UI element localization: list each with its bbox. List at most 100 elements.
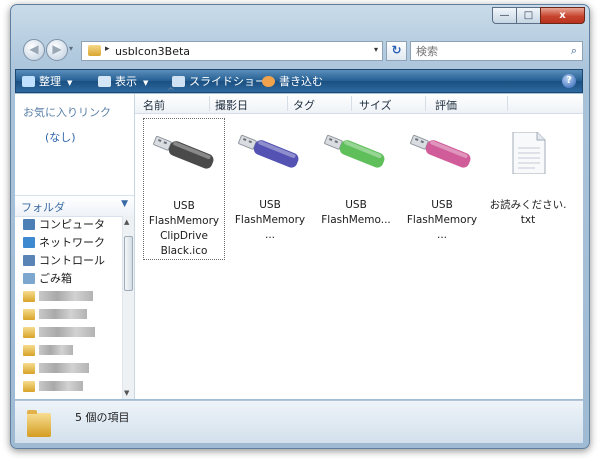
details-pane: 5 個の項目 bbox=[15, 400, 583, 443]
tree-item-label: ネットワーク bbox=[39, 236, 105, 249]
usb-drive-icon bbox=[410, 134, 471, 168]
file-item[interactable]: USB FlashMemory ... bbox=[401, 118, 483, 260]
forward-button[interactable]: ▶ bbox=[46, 39, 68, 61]
network-icon bbox=[23, 237, 35, 248]
search-input[interactable] bbox=[416, 44, 556, 58]
views-label: 表示 bbox=[115, 75, 137, 88]
tree-scrollbar[interactable]: ▲ ▼ bbox=[122, 216, 134, 399]
chevron-down-icon: ▼ bbox=[67, 79, 73, 87]
address-bar[interactable]: ▸ usbIcon3Beta ▾ bbox=[81, 41, 383, 61]
forward-arrow-icon: ▶ bbox=[52, 42, 62, 56]
tree-item-control-panel[interactable]: コントロール bbox=[15, 252, 123, 270]
file-name: USB FlashMemory ... bbox=[234, 199, 306, 241]
search-icon[interactable]: ⌕ bbox=[571, 44, 577, 58]
tree-item-label: コントロール bbox=[39, 254, 105, 267]
refresh-button[interactable]: ↻ bbox=[386, 41, 407, 61]
scrollbar-thumb[interactable] bbox=[124, 236, 133, 291]
address-dropdown-icon[interactable]: ▾ bbox=[374, 45, 378, 54]
blurred-folder-name bbox=[39, 363, 89, 373]
scroll-up-icon[interactable]: ▲ bbox=[124, 218, 129, 226]
chevron-down-icon: ▼ bbox=[143, 79, 149, 87]
tree-item-folder[interactable] bbox=[15, 324, 123, 342]
tree-item-label: ごみ箱 bbox=[39, 272, 72, 285]
organize-icon bbox=[22, 76, 35, 87]
file-name: USB FlashMemo... bbox=[321, 199, 391, 226]
back-button[interactable]: ◀ bbox=[23, 39, 45, 61]
folder-icon bbox=[23, 345, 35, 356]
file-grid: USB FlashMemory ClipDrive Black.ico USB Flash… bbox=[139, 118, 579, 288]
tree-item-folder[interactable] bbox=[15, 378, 123, 396]
tree-item-label: コンピュータ bbox=[39, 218, 105, 231]
usb-drive-icon bbox=[324, 134, 385, 168]
computer-icon bbox=[23, 219, 35, 230]
close-button[interactable]: x bbox=[540, 7, 585, 24]
file-item[interactable]: USB FlashMemory ClipDrive Black.ico bbox=[143, 118, 225, 260]
column-size[interactable]: サイズ bbox=[359, 97, 392, 113]
blurred-folder-name bbox=[39, 291, 93, 301]
organize-menu[interactable]: 整理 ▼ bbox=[22, 74, 72, 90]
column-rating[interactable]: 評価 bbox=[435, 97, 457, 113]
favorite-links-empty: (なし) bbox=[45, 131, 76, 144]
back-arrow-icon: ◀ bbox=[29, 42, 39, 56]
burn-icon bbox=[262, 76, 275, 87]
tree-item-recycle-bin[interactable]: ごみ箱 bbox=[15, 270, 123, 288]
usb-drive-icon bbox=[238, 134, 299, 168]
file-name: お読みください. txt bbox=[489, 199, 567, 226]
control-panel-icon bbox=[23, 255, 35, 266]
slideshow-label: スライドショー bbox=[189, 75, 266, 88]
recycle-bin-icon bbox=[23, 273, 35, 284]
column-divider[interactable] bbox=[209, 96, 210, 111]
recent-pages-dropdown[interactable]: ▾ bbox=[69, 44, 79, 56]
tree-item-folder[interactable] bbox=[15, 306, 123, 324]
file-item[interactable]: USB FlashMemo... bbox=[315, 118, 397, 260]
tree-item-network[interactable]: ネットワーク bbox=[15, 234, 123, 252]
blurred-folder-name bbox=[39, 309, 87, 319]
folder-icon bbox=[27, 410, 51, 437]
favorite-links-title: お気に入りリンク bbox=[23, 106, 111, 119]
views-icon bbox=[98, 76, 111, 87]
burn-button[interactable]: 書き込む bbox=[262, 74, 323, 90]
burn-label: 書き込む bbox=[279, 75, 323, 88]
chevron-down-icon: ▼ bbox=[121, 199, 128, 209]
navigation-pane: お気に入りリンク (なし) フォルダ ▼ コンピュータ ネットワーク コントロー… bbox=[15, 94, 135, 399]
views-menu[interactable]: 表示 ▼ bbox=[98, 74, 148, 90]
folder-icon bbox=[23, 381, 35, 392]
minimize-button[interactable]: — bbox=[492, 7, 517, 24]
column-header-row: 名前 撮影日 タグ サイズ 評価 bbox=[135, 87, 583, 114]
folders-header[interactable]: フォルダ ▼ bbox=[15, 195, 134, 217]
column-divider[interactable] bbox=[507, 96, 508, 111]
tree-item-computer[interactable]: コンピュータ bbox=[15, 216, 123, 234]
file-item[interactable]: お読みください. txt bbox=[487, 118, 569, 260]
column-date-taken[interactable]: 撮影日 bbox=[215, 97, 248, 113]
folder-icon bbox=[23, 363, 35, 374]
search-box[interactable]: ⌕ bbox=[410, 41, 583, 61]
blurred-folder-name bbox=[39, 327, 95, 337]
help-icon[interactable]: ? bbox=[562, 74, 576, 88]
breadcrumb-separator[interactable]: ▸ bbox=[105, 44, 110, 54]
slideshow-button[interactable]: スライドショー bbox=[172, 74, 266, 90]
blurred-folder-name bbox=[39, 381, 83, 391]
column-tags[interactable]: タグ bbox=[293, 97, 315, 113]
folder-icon bbox=[23, 309, 35, 320]
column-name[interactable]: 名前 bbox=[143, 87, 175, 113]
slideshow-icon bbox=[172, 76, 185, 87]
file-item[interactable]: USB FlashMemory ... bbox=[229, 118, 311, 260]
organize-label: 整理 bbox=[39, 75, 61, 88]
text-document-icon bbox=[512, 132, 546, 174]
maximize-button[interactable]: □ bbox=[516, 7, 541, 24]
column-divider[interactable] bbox=[425, 96, 426, 111]
folder-tree: コンピュータ ネットワーク コントロール ごみ箱 bbox=[15, 216, 123, 399]
column-divider[interactable] bbox=[287, 96, 288, 111]
tree-item-folder[interactable] bbox=[15, 288, 123, 306]
tree-item-folder[interactable] bbox=[15, 342, 123, 360]
tree-item-folder[interactable] bbox=[15, 360, 123, 378]
item-count: 5 個の項目 bbox=[75, 411, 130, 424]
folder-icon bbox=[23, 291, 35, 302]
folder-icon bbox=[23, 327, 35, 338]
scroll-down-icon[interactable]: ▼ bbox=[124, 389, 129, 397]
blurred-folder-name bbox=[39, 345, 73, 355]
column-divider[interactable] bbox=[351, 96, 352, 111]
command-bar: 整理 ▼ 表示 ▼ スライドショー 書き込む ? bbox=[15, 69, 583, 93]
address-path[interactable]: usbIcon3Beta bbox=[115, 45, 190, 58]
file-view: 名前 撮影日 タグ サイズ 評価 USBFlashMemoryClipDrive… bbox=[135, 87, 583, 399]
